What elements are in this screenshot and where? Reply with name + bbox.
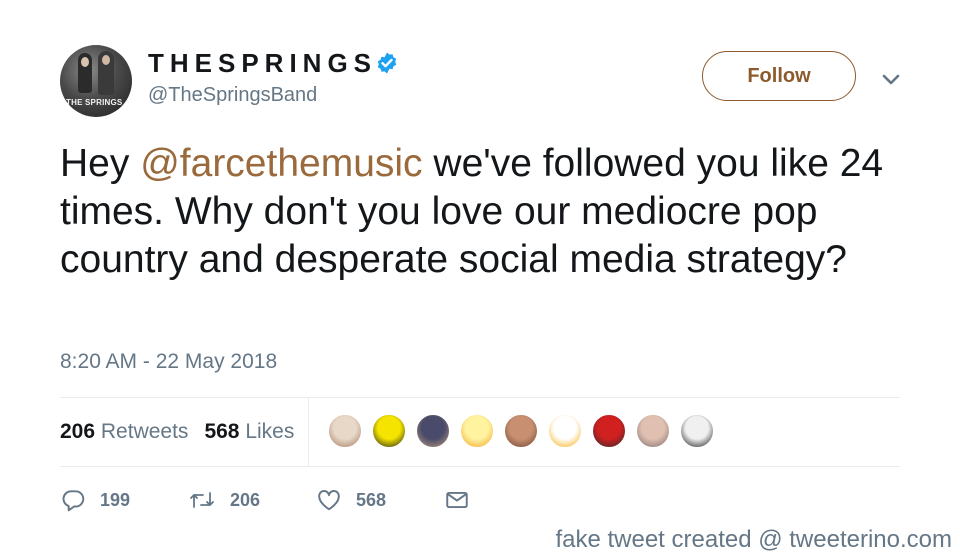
- liker-avatars: [327, 413, 723, 449]
- action-bar: 199 206 568: [60, 484, 470, 516]
- likes-stat-count: 568: [204, 420, 240, 443]
- tweet-text: Hey @farcethemusic we've followed you li…: [60, 140, 920, 284]
- like-count: 568: [356, 489, 387, 510]
- tweet-text-pre: Hey: [60, 142, 141, 185]
- likes-stat[interactable]: 568 Likes: [204, 420, 294, 444]
- chevron-down-icon[interactable]: [880, 68, 902, 90]
- reply-icon: [62, 490, 85, 512]
- tweet-timestamp[interactable]: 8:20 AM - 22 May 2018: [60, 350, 277, 374]
- retweets-stat-count: 206: [60, 420, 96, 443]
- tweet-stats: 206 Retweets 568 Likes: [60, 398, 310, 466]
- retweets-stat[interactable]: 206 Retweets: [60, 420, 188, 444]
- avatar[interactable]: THE SPRINGS: [60, 45, 132, 117]
- liker-avatar[interactable]: [503, 413, 539, 449]
- liker-avatar[interactable]: [371, 413, 407, 449]
- liker-avatar[interactable]: [327, 413, 363, 449]
- avatar-face-right: [102, 55, 110, 65]
- verified-badge-icon: [377, 52, 397, 74]
- divider-bottom: [60, 466, 900, 467]
- likes-stat-label: Likes: [245, 420, 295, 443]
- liker-avatar[interactable]: [591, 413, 627, 449]
- display-name[interactable]: THESPRINGS: [148, 48, 377, 79]
- follow-button[interactable]: Follow: [702, 51, 856, 101]
- liker-avatar[interactable]: [547, 413, 583, 449]
- retweets-stat-label: Retweets: [100, 420, 189, 443]
- heart-icon: [318, 490, 340, 511]
- mention-link[interactable]: @farcethemusic: [140, 142, 422, 185]
- liker-avatar[interactable]: [679, 413, 715, 449]
- reply-button[interactable]: 199: [60, 487, 188, 513]
- liker-avatar[interactable]: [635, 413, 671, 449]
- retweet-button[interactable]: 206: [188, 487, 316, 513]
- avatar-face-left: [81, 57, 89, 67]
- direct-message-button[interactable]: [444, 487, 470, 513]
- credit-footer: fake tweet created @ tweeterino.com: [555, 526, 952, 553]
- name-row: THESPRINGS: [148, 46, 399, 80]
- envelope-icon: [446, 491, 468, 509]
- user-handle[interactable]: @TheSpringsBand: [148, 84, 317, 107]
- retweet-icon: [190, 492, 214, 508]
- stats-separator: [308, 398, 309, 466]
- liker-avatar[interactable]: [459, 413, 495, 449]
- reply-count: 199: [100, 489, 131, 510]
- avatar-logo-text: THE SPRINGS: [66, 98, 123, 107]
- like-button[interactable]: 568: [316, 487, 444, 513]
- retweet-count: 206: [230, 489, 261, 510]
- liker-avatar[interactable]: [415, 413, 451, 449]
